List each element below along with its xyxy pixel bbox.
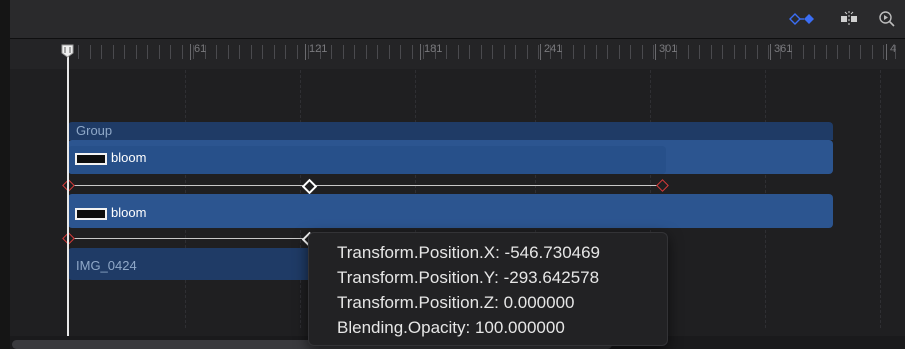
ruler-tick (285, 45, 286, 59)
ruler-major-tick (540, 44, 541, 60)
ruler-tick (538, 45, 539, 59)
ruler-tick (262, 45, 263, 59)
ruler-major-tick (420, 44, 421, 60)
ruler-tick (826, 45, 827, 59)
ruler-tick (688, 45, 689, 59)
ruler-tick (699, 45, 700, 59)
ruler-tick (653, 45, 654, 59)
ruler-tick (228, 45, 229, 59)
ruler-tick (343, 45, 344, 59)
ruler-major-tick (770, 44, 771, 60)
ruler-tick (170, 45, 171, 59)
tooltip-position-y: Transform.Position.Y: -293.642578 (337, 268, 600, 287)
ruler-tick (734, 45, 735, 59)
layer-inner-segment (68, 146, 666, 174)
keyframe-curve-line (68, 185, 662, 186)
ruler-major-tick (886, 44, 887, 60)
ruler-label: 241 (544, 43, 563, 55)
layer-label-bloom-2: bloom (111, 205, 147, 220)
ruler-tick (297, 45, 298, 59)
playhead-line[interactable] (67, 54, 69, 336)
ruler-tick (251, 45, 252, 59)
ruler-tick (124, 45, 125, 59)
ruler-tick (837, 45, 838, 59)
ruler-label: 4 (890, 43, 897, 55)
tooltip-position-x: Transform.Position.X: -546.730469 (337, 243, 601, 262)
ruler-tick (412, 45, 413, 59)
ruler-label: 121 (309, 43, 328, 55)
tooltip-opacity: Blending.Opacity: 100.000000 (337, 318, 565, 337)
ruler-tick (216, 45, 217, 59)
ruler-tick (642, 45, 643, 59)
tooltip-position-z: Transform.Position.Z: 0.000000 (337, 293, 575, 312)
ruler-tick (619, 45, 620, 59)
ruler-tick (469, 45, 470, 59)
ruler-tick (860, 45, 861, 59)
ruler-tick (492, 45, 493, 59)
ruler-tick (515, 45, 516, 59)
ruler-tick (136, 45, 137, 59)
gridline (880, 70, 881, 328)
ruler-tick (883, 45, 884, 59)
group-label: Group (76, 123, 113, 138)
ruler-tick (113, 45, 114, 59)
ruler-tick (504, 45, 505, 59)
timeline-toolbar (10, 0, 905, 39)
left-border (0, 0, 10, 349)
ruler-label: 181 (424, 43, 443, 55)
timeline-ruler[interactable]: 61 121 181 241 301 361 4 (10, 39, 905, 69)
ruler-tick (630, 45, 631, 59)
snapping-icon[interactable] (839, 10, 859, 28)
ruler-tick (377, 45, 378, 59)
ruler-label: 361 (774, 43, 793, 55)
playhead-handle-icon[interactable] (61, 44, 74, 58)
layer-label-bloom-1: bloom (111, 150, 147, 165)
ruler-tick (722, 45, 723, 59)
ruler-major-tick (655, 44, 656, 60)
ruler-tick (78, 45, 79, 59)
image-layer-label: IMG_0424 (76, 258, 137, 273)
ruler-label: 61 (194, 43, 207, 55)
zoom-icon[interactable] (877, 10, 897, 28)
ruler-tick (607, 45, 608, 59)
keyframe-navigation-icon[interactable] (783, 10, 817, 28)
layer-bar-bloom-2[interactable] (68, 194, 833, 228)
ruler-tick (400, 45, 401, 59)
ruler-tick (331, 45, 332, 59)
ruler-tick (745, 45, 746, 59)
ruler-tick (596, 45, 597, 59)
ruler-tick (849, 45, 850, 59)
ruler-tick (527, 45, 528, 59)
group-track-bar[interactable] (68, 122, 833, 140)
ruler-label: 301 (659, 43, 678, 55)
ruler-tick (872, 45, 873, 59)
ruler-tick (757, 45, 758, 59)
timeline-app: 61 121 181 241 301 361 4 Group bloom bloom IMG… (0, 0, 905, 349)
ruler-tick (90, 45, 91, 59)
ruler-tick (147, 45, 148, 59)
ruler-tick (711, 45, 712, 59)
ruler-tick (389, 45, 390, 59)
ruler-tick (768, 45, 769, 59)
ruler-tick (182, 45, 183, 59)
keyframe-value-tooltip: Transform.Position.X: -546.730469 Transf… (308, 232, 668, 346)
ruler-tick (481, 45, 482, 59)
ruler-tick (584, 45, 585, 59)
keyframe-curve-line (68, 238, 308, 239)
ruler-tick (366, 45, 367, 59)
ruler-tick (354, 45, 355, 59)
ruler-tick (101, 45, 102, 59)
layer-thumbnail-icon (75, 208, 107, 220)
ruler-tick (239, 45, 240, 59)
ruler-tick (814, 45, 815, 59)
ruler-major-tick (190, 44, 191, 60)
ruler-tick (458, 45, 459, 59)
ruler-tick (573, 45, 574, 59)
ruler-tick (446, 45, 447, 59)
ruler-tick (803, 45, 804, 59)
ruler-tick (159, 45, 160, 59)
ruler-major-tick (305, 44, 306, 60)
layer-thumbnail-icon (75, 153, 107, 165)
ruler-tick (274, 45, 275, 59)
